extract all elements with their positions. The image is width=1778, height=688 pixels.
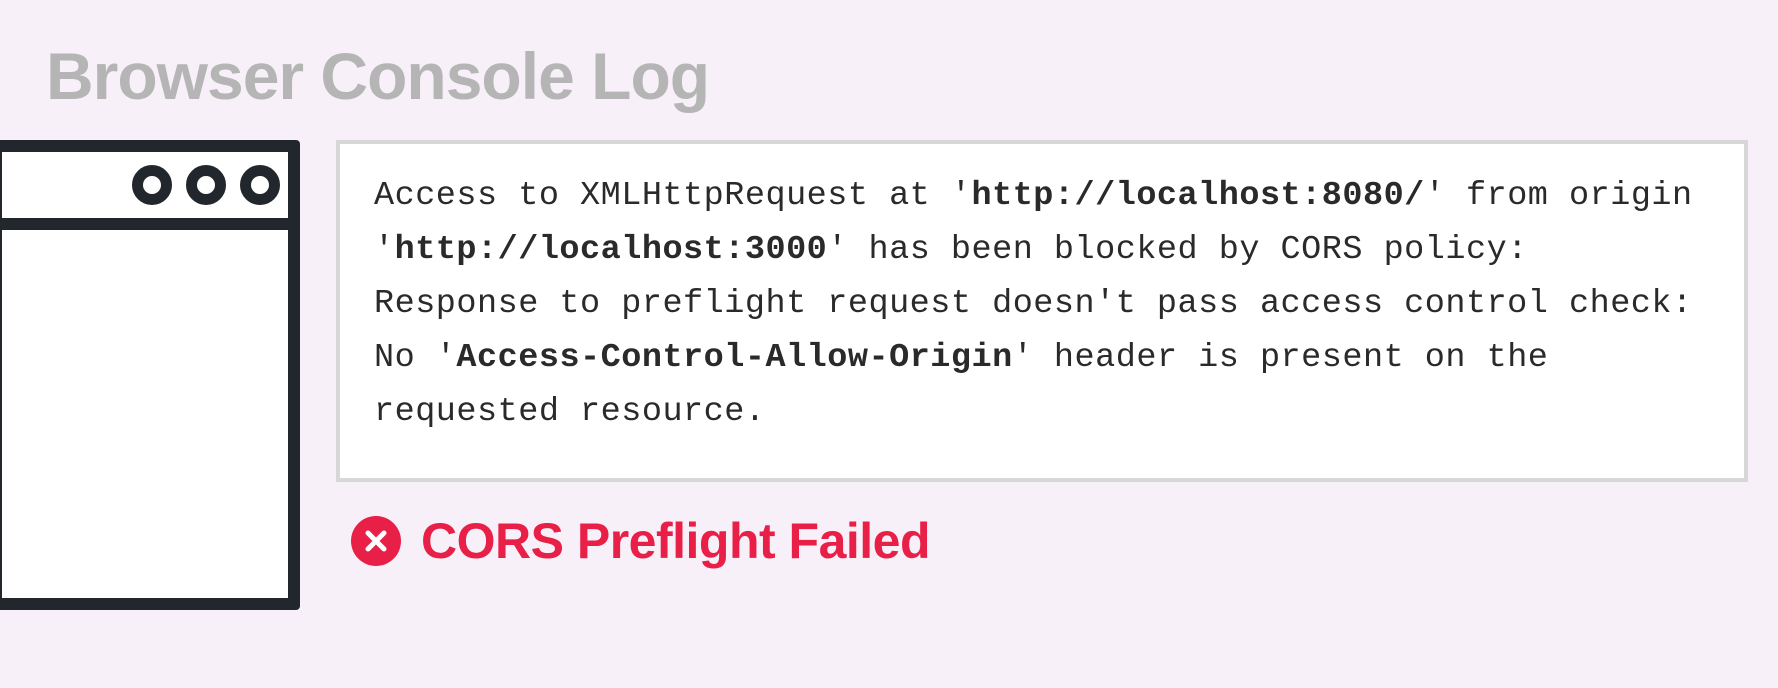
log-bold-header: Access-Control-Allow-Origin	[456, 339, 1012, 377]
browser-window-illustration	[0, 140, 300, 610]
browser-titlebar	[2, 152, 288, 230]
log-fragment: Access to XMLHttpRequest at '	[374, 177, 972, 215]
console-log-message: Access to XMLHttpRequest at 'http://loca…	[374, 170, 1710, 440]
log-bold-origin: http://localhost:3000	[395, 231, 828, 269]
status-text: CORS Preflight Failed	[421, 512, 930, 570]
window-dot-icon	[132, 165, 172, 205]
window-dot-icon	[186, 165, 226, 205]
error-icon	[351, 516, 401, 566]
log-bold-url: http://localhost:8080/	[972, 177, 1425, 215]
console-log-panel: Access to XMLHttpRequest at 'http://loca…	[336, 140, 1748, 482]
window-dot-icon	[240, 165, 280, 205]
status-row: CORS Preflight Failed	[351, 512, 930, 570]
page-title: Browser Console Log	[46, 38, 709, 114]
